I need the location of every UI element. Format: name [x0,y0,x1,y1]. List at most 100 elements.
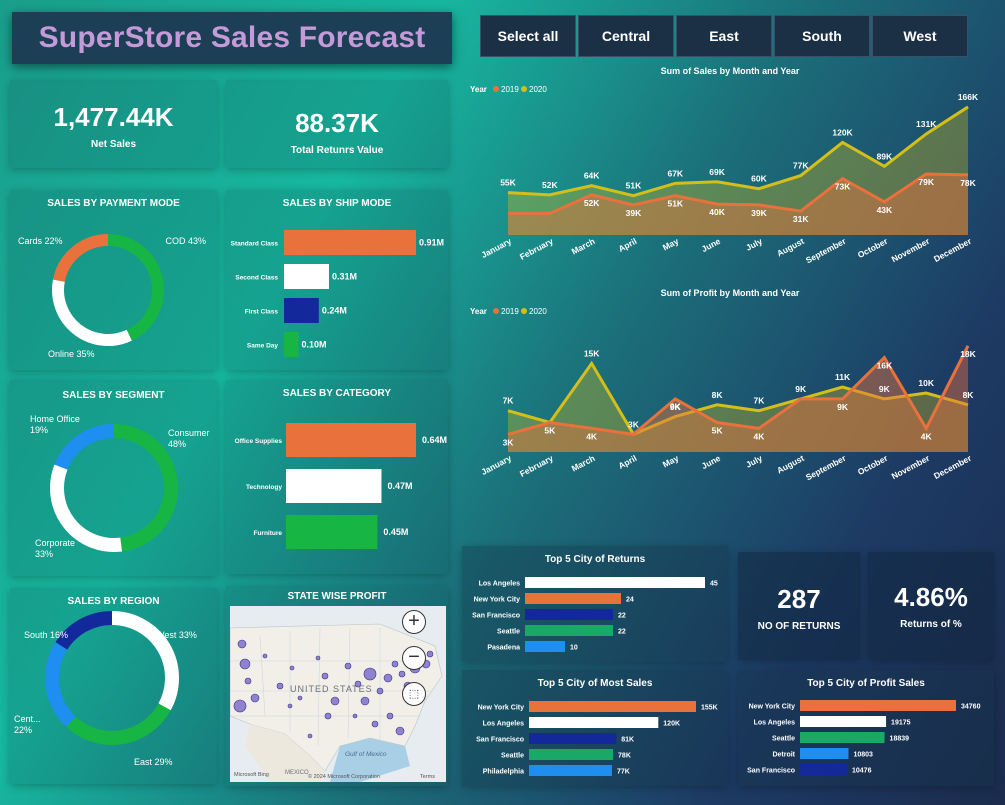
donut-slice[interactable] [45,642,76,727]
donut-slice[interactable] [52,234,109,283]
map-select-icon[interactable]: ⬚ [402,682,426,706]
returns-city-card: Top 5 City of Returns Los Angeles 45 New Y… [462,546,728,662]
bar-value-label: 34760 [961,704,981,711]
slicer-west[interactable]: West [872,15,968,57]
donut-label-value: 48% [168,439,186,449]
slicer-east[interactable]: East [676,15,772,57]
bar[interactable] [525,609,613,620]
category-chart: Office Supplies 0.64M Technology 0.47M Furni… [235,423,447,549]
x-tick-label: January [479,453,513,477]
x-tick-label: December [932,453,974,481]
x-tick-label: June [700,236,722,254]
bar[interactable] [284,230,416,255]
map-gulf-label: Gulf of Mexico [345,751,387,758]
bar-category-label: Seattle [501,753,524,760]
bar-value-label: 0.10M [302,340,327,350]
bar-category-label: Same Day [247,343,278,350]
donut-slice[interactable] [66,703,171,745]
bar[interactable] [525,625,613,636]
donut-slice[interactable] [55,611,113,650]
data-label: 15K [584,349,600,359]
data-label: 77K [793,161,809,171]
data-label: 166K [958,92,979,102]
data-label: 31K [793,214,809,224]
x-tick-label: November [890,453,932,482]
sales-by-month-chart: Sum of Sales by Month and Year Year 2019 20… [470,66,979,265]
net-sales-value: 1,477.44K [53,102,174,132]
bar[interactable] [284,264,329,289]
legend-title: Year [470,85,487,94]
dashboard-title: SuperStore Sales Forecast [38,21,426,54]
donut-slice[interactable] [54,424,115,470]
bar[interactable] [525,593,621,604]
bar[interactable] [800,764,848,775]
donut-slice[interactable] [50,464,123,552]
bar[interactable] [286,469,382,503]
data-label: 67K [667,168,683,178]
x-tick-label: October [856,236,890,260]
legend-label[interactable]: 2019 [501,85,519,94]
returns-pct-card: 4.86% Returns of % [868,552,994,660]
bar-value-label: 0.24M [322,306,347,316]
ship-mode-chart: Standard Class 0.91M Second Class 0.31M Firs… [231,230,444,357]
bar[interactable] [286,423,416,457]
x-tick-label: March [570,236,597,257]
bar-value-label: 81K [621,737,634,744]
bar[interactable] [800,732,885,743]
x-tick-label: May [661,453,681,470]
dashboard-title-box: SuperStore Sales Forecast [12,12,452,64]
slicer-south[interactable]: South [774,15,870,57]
donut-slice[interactable] [113,424,178,552]
bar[interactable] [800,700,956,711]
x-tick-label: May [661,236,681,253]
x-tick-label: July [744,453,764,470]
data-label: 40K [709,207,725,217]
donut-label: COD 43% [165,236,206,246]
bar[interactable] [800,748,849,759]
donut-label: Cent... [14,714,41,724]
data-label: 64K [584,171,600,181]
data-label: 120K [832,127,853,137]
donut-label: Home Office [30,414,80,424]
bar[interactable] [529,733,617,744]
map-zoom-out-button[interactable]: − [402,646,426,670]
state-profit-map[interactable]: UNITED STATES Gulf of Mexico MEXICO Micr… [230,606,446,782]
bar[interactable] [284,332,299,357]
map-zoom-in-button[interactable]: + [402,610,426,634]
bar[interactable] [529,749,614,760]
data-label: 7K [753,396,765,406]
slicer-central[interactable]: Central [578,15,674,57]
bar-category-label: Second Class [235,275,278,282]
bar-category-label: Office Supplies [235,438,283,445]
bar[interactable] [525,641,565,652]
data-label: 5K [712,426,724,436]
bar[interactable] [525,577,705,588]
data-label: 10K [918,378,934,388]
no-returns-card: 287 NO OF RETURNS [738,552,860,660]
legend-label[interactable]: 2020 [529,307,547,316]
bar[interactable] [529,701,696,712]
bar[interactable] [286,515,378,549]
x-tick-label: June [700,453,722,471]
donut-slice[interactable] [107,234,164,341]
legend-label[interactable]: 2020 [529,85,547,94]
bar[interactable] [800,716,887,727]
slicer-select-all[interactable]: Select all [480,15,576,57]
bar-category-label: Detroit [772,752,795,759]
bar[interactable] [284,298,319,323]
data-label: 60K [751,174,767,184]
bar-value-label: 18839 [890,736,910,743]
donut-label: Online 35% [48,349,95,359]
data-label: 131K [916,119,937,129]
donut-label: East 29% [134,757,173,767]
bar[interactable] [529,765,612,776]
bar-category-label: Seattle [497,629,520,636]
bar[interactable] [529,717,659,728]
data-label: 3K [628,419,640,429]
data-label: 4K [586,431,598,441]
donut-slice[interactable] [52,279,132,346]
x-tick-label: July [744,236,764,253]
legend-label[interactable]: 2019 [501,307,519,316]
x-tick-label: October [856,453,890,477]
map-credit: © 2024 Microsoft Corporation [308,773,380,780]
